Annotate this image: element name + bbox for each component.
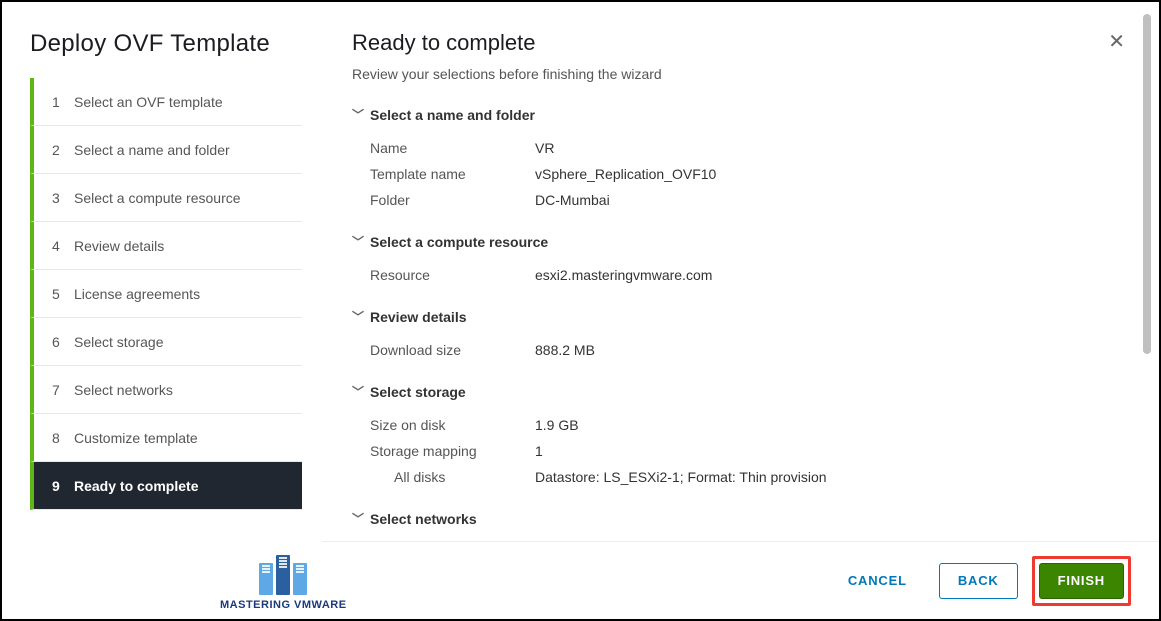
row-value: vSphere_Replication_OVF10 [535, 166, 716, 182]
wizard-modal: Deploy OVF Template 1 Select an OVF temp… [0, 0, 1161, 621]
watermark: MASTERING VMWARE [220, 555, 347, 611]
row-value: VR [535, 140, 554, 156]
section-header[interactable]: ﹀ Select a name and folder [352, 106, 1099, 123]
step-number: 1 [52, 94, 74, 110]
page-subtitle: Review your selections before finishing … [352, 66, 1099, 82]
chevron-down-icon: ﹀ [352, 510, 366, 527]
row-label: Download size [370, 342, 535, 358]
row-resource: Resource esxi2.masteringvmware.com [352, 262, 1099, 288]
row-value: 1.9 GB [535, 417, 579, 433]
step-label: Select storage [74, 334, 164, 350]
row-download-size: Download size 888.2 MB [352, 337, 1099, 363]
section-header[interactable]: ﹀ Select networks [352, 510, 1099, 527]
row-name: Name VR [352, 135, 1099, 161]
wizard-content: ✕ Ready to complete Review your selectio… [322, 2, 1159, 619]
section-title: Select storage [370, 384, 466, 400]
step-number: 5 [52, 286, 74, 302]
row-value: DC-Mumbai [535, 192, 610, 208]
wizard-steps: 1 Select an OVF template 2 Select a name… [2, 78, 322, 510]
step-name-folder[interactable]: 2 Select a name and folder [30, 126, 302, 174]
row-label: Folder [370, 192, 535, 208]
row-folder: Folder DC-Mumbai [352, 187, 1099, 213]
step-label: Select an OVF template [74, 94, 223, 110]
step-storage[interactable]: 6 Select storage [30, 318, 302, 366]
row-all-disks: All disks Datastore: LS_ESXi2-1; Format:… [352, 464, 1099, 490]
step-select-ovf[interactable]: 1 Select an OVF template [30, 78, 302, 126]
page-title: Ready to complete [352, 30, 1099, 56]
chevron-down-icon: ﹀ [352, 233, 366, 250]
section-name-folder: ﹀ Select a name and folder Name VR Templ… [352, 106, 1099, 213]
close-button[interactable]: ✕ [1108, 32, 1125, 52]
section-header[interactable]: ﹀ Select a compute resource [352, 233, 1099, 250]
row-value: 888.2 MB [535, 342, 595, 358]
step-networks[interactable]: 7 Select networks [30, 366, 302, 414]
chevron-down-icon: ﹀ [352, 106, 366, 123]
step-customize[interactable]: 8 Customize template [30, 414, 302, 462]
step-number: 2 [52, 142, 74, 158]
step-number: 8 [52, 430, 74, 446]
step-label: Select a name and folder [74, 142, 230, 158]
section-title: Select networks [370, 511, 477, 527]
row-label: Template name [370, 166, 535, 182]
wizard-footer: CANCEL BACK FINISH [322, 541, 1159, 619]
row-template: Template name vSphere_Replication_OVF10 [352, 161, 1099, 187]
wizard-title: Deploy OVF Template [2, 30, 322, 78]
row-storage-mapping: Storage mapping 1 [352, 438, 1099, 464]
step-ready-complete[interactable]: 9 Ready to complete [30, 462, 302, 510]
row-label: Size on disk [370, 417, 535, 433]
step-compute-resource[interactable]: 3 Select a compute resource [30, 174, 302, 222]
row-label: Resource [370, 267, 535, 283]
row-value: 1 [535, 443, 543, 459]
step-label: Customize template [74, 430, 198, 446]
section-title: Select a name and folder [370, 107, 535, 123]
watermark-text: MASTERING VMWARE [220, 599, 347, 611]
section-networks: ﹀ Select networks [352, 510, 1099, 527]
finish-button[interactable]: FINISH [1039, 563, 1124, 599]
step-label: Select a compute resource [74, 190, 241, 206]
step-number: 6 [52, 334, 74, 350]
finish-highlight: FINISH [1032, 556, 1131, 606]
step-label: License agreements [74, 286, 200, 302]
step-number: 3 [52, 190, 74, 206]
step-license[interactable]: 5 License agreements [30, 270, 302, 318]
step-number: 4 [52, 238, 74, 254]
row-label: Name [370, 140, 535, 156]
row-value: esxi2.masteringvmware.com [535, 267, 712, 283]
section-title: Review details [370, 309, 467, 325]
section-storage: ﹀ Select storage Size on disk 1.9 GB Sto… [352, 383, 1099, 490]
step-number: 9 [52, 478, 74, 494]
step-label: Review details [74, 238, 164, 254]
scrollbar[interactable] [1143, 14, 1151, 531]
step-review-details[interactable]: 4 Review details [30, 222, 302, 270]
step-label: Ready to complete [74, 478, 198, 494]
step-label: Select networks [74, 382, 173, 398]
row-label: All disks [370, 469, 535, 485]
section-compute: ﹀ Select a compute resource Resource esx… [352, 233, 1099, 288]
server-rack-icon [259, 555, 307, 595]
cancel-button[interactable]: CANCEL [830, 563, 925, 599]
chevron-down-icon: ﹀ [352, 308, 366, 325]
section-header[interactable]: ﹀ Select storage [352, 383, 1099, 400]
scrollbar-thumb[interactable] [1143, 14, 1151, 354]
wizard-sidebar: Deploy OVF Template 1 Select an OVF temp… [2, 2, 322, 619]
back-button[interactable]: BACK [939, 563, 1018, 599]
section-review: ﹀ Review details Download size 888.2 MB [352, 308, 1099, 363]
row-size-on-disk: Size on disk 1.9 GB [352, 412, 1099, 438]
chevron-down-icon: ﹀ [352, 383, 366, 400]
section-title: Select a compute resource [370, 234, 548, 250]
section-header[interactable]: ﹀ Review details [352, 308, 1099, 325]
row-label: Storage mapping [370, 443, 535, 459]
row-value: Datastore: LS_ESXi2-1; Format: Thin prov… [535, 469, 827, 485]
step-number: 7 [52, 382, 74, 398]
